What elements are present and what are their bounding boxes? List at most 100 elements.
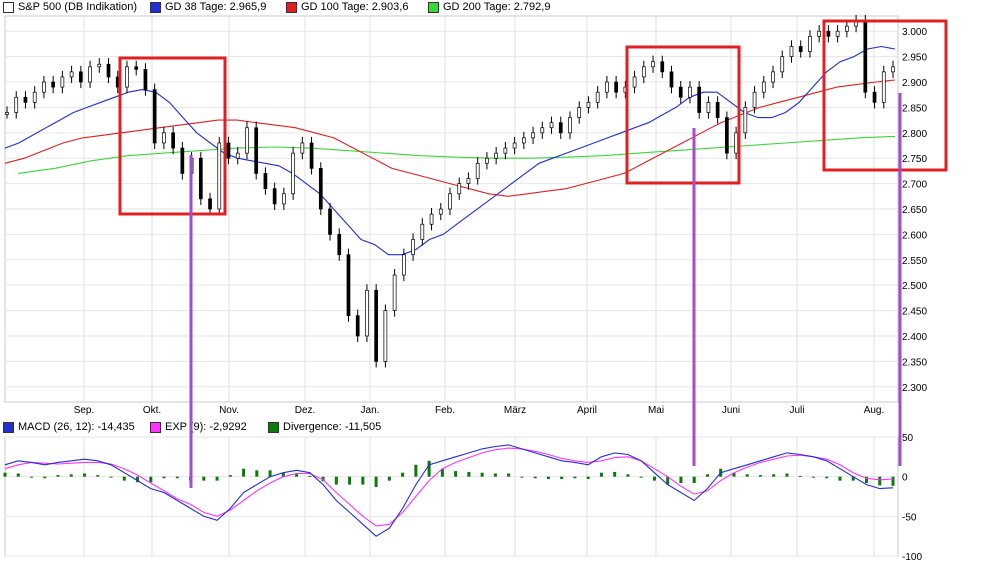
- price-candle: [309, 142, 314, 169]
- price-candle: [198, 157, 203, 200]
- divergence-bar: [586, 476, 590, 480]
- price-candle: [734, 132, 738, 154]
- divergence-bar: [175, 476, 179, 479]
- price-y-tick-label: 2.450: [902, 307, 927, 318]
- divergence-bar: [692, 476, 696, 484]
- x-tick-label: Juni: [722, 405, 740, 416]
- divergence-bar: [798, 475, 802, 477]
- price-candle: [605, 81, 609, 93]
- x-tick-label: Okt.: [143, 405, 161, 416]
- price-candle: [531, 132, 535, 139]
- price-candle: [429, 213, 434, 225]
- price-candle: [208, 198, 212, 210]
- divergence-bar: [613, 471, 617, 477]
- divergence-bar: [705, 474, 709, 477]
- price-candle: [328, 208, 332, 235]
- price-candle: [485, 157, 489, 164]
- divergence-bar: [599, 472, 603, 477]
- price-candle: [282, 193, 286, 205]
- x-tick-label: Juli: [789, 405, 804, 416]
- price-candle: [318, 168, 323, 210]
- macd-series: [3, 444, 895, 537]
- x-tick-label: Jan.: [361, 405, 380, 416]
- price-candle: [540, 127, 545, 134]
- divergence-bar: [891, 476, 895, 486]
- divergence-bar: [745, 474, 749, 477]
- price-candle: [291, 152, 295, 195]
- price-candle: [632, 76, 637, 88]
- price-candle: [891, 66, 895, 73]
- divergence-bar: [69, 474, 73, 477]
- price-candle: [863, 20, 868, 93]
- price-candle: [226, 142, 231, 159]
- price-candle: [32, 91, 37, 103]
- price-candle: [660, 61, 665, 73]
- divergence-bar: [215, 476, 219, 481]
- price-y-tick-label: 2.950: [902, 53, 927, 64]
- price-candle: [438, 208, 443, 215]
- price-candle: [688, 86, 692, 98]
- price-candle: [845, 25, 849, 32]
- price-candle: [817, 30, 822, 37]
- price-candle: [355, 315, 360, 337]
- price-candle: [494, 152, 498, 159]
- divergence-bar: [348, 476, 352, 485]
- price-candle: [780, 56, 785, 73]
- divergence-bar: [202, 476, 206, 481]
- price-candle: [180, 147, 185, 174]
- price-candle: [641, 66, 646, 78]
- price-candle: [475, 162, 480, 179]
- divergence-bar: [149, 476, 153, 483]
- price-candle: [78, 71, 83, 83]
- x-tick-label: Dez.: [295, 405, 316, 416]
- price-candle: [69, 71, 74, 78]
- price-candle: [411, 239, 415, 256]
- price-candle: [51, 81, 55, 88]
- price-candle: [697, 86, 702, 113]
- divergence-bar: [679, 476, 683, 484]
- price-candle: [512, 142, 517, 149]
- divergence-bar: [878, 476, 882, 486]
- price-candle: [171, 132, 175, 149]
- divergence-bar: [56, 475, 60, 477]
- divergence-bar: [308, 475, 312, 477]
- price-candle: [23, 96, 28, 103]
- price-candle: [254, 127, 259, 174]
- price-candle: [761, 81, 766, 93]
- price-candle: [798, 46, 803, 52]
- price-candle: [577, 107, 582, 118]
- divergence-bar: [560, 476, 564, 480]
- divergence-bar: [96, 475, 100, 477]
- divergence-bar: [387, 476, 391, 481]
- divergence-bar: [493, 473, 497, 477]
- price-y-tick-label: 2.900: [902, 78, 927, 89]
- price-y-tick-label: 2.400: [902, 332, 927, 343]
- x-tick-label: Sep.: [74, 405, 95, 416]
- price-candle: [300, 142, 305, 154]
- price-candle: [771, 71, 775, 83]
- price-candle: [614, 81, 618, 93]
- price-candle: [337, 234, 342, 256]
- divergence-bar: [30, 476, 34, 478]
- price-candle: [725, 117, 729, 154]
- price-y-tick-label: 2.550: [902, 256, 927, 267]
- divergence-bar: [109, 476, 113, 478]
- price-y-tick-label: 2.500: [902, 281, 927, 292]
- price-candle: [420, 223, 425, 240]
- divergence-bar: [228, 475, 232, 477]
- price-candle: [503, 147, 508, 154]
- macd-y-tick-label: 0: [902, 473, 908, 484]
- divergence-bar: [507, 473, 511, 477]
- price-candle: [383, 310, 388, 362]
- price-candle: [14, 96, 19, 113]
- divergence-bar: [838, 476, 842, 481]
- price-candle: [595, 91, 600, 103]
- price-candle: [125, 66, 129, 88]
- exp-line: [4, 447, 894, 527]
- divergence-bar: [467, 471, 471, 477]
- divergence-bar: [480, 472, 484, 477]
- stock-chart: Sep. Okt. Nov. Dez. Jan. Feb. März April Mai Juni…: [3, 14, 948, 563]
- divergence-bar: [242, 468, 246, 477]
- divergence-bar: [334, 476, 338, 485]
- divergence-bar: [427, 460, 431, 477]
